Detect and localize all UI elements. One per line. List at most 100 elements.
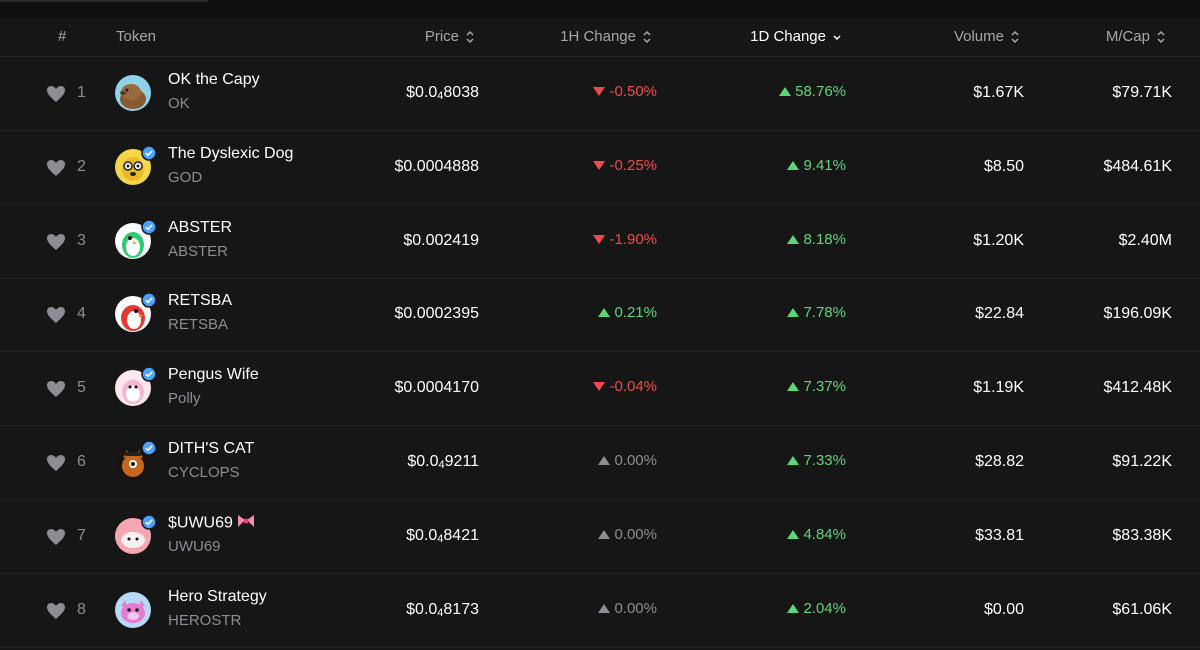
triangle-up-icon: [787, 160, 800, 170]
header-volume-label: Volume: [953, 28, 1004, 45]
rank-number: 4: [77, 305, 86, 323]
change-1h-value: 0.00%: [614, 599, 657, 617]
rank-number: 8: [77, 600, 86, 618]
token-name[interactable]: The Dyslexic Dog: [168, 145, 293, 163]
token-mcap: $412.48K: [1103, 379, 1172, 397]
token-name[interactable]: DITH'S CAT: [168, 440, 254, 458]
favorite-heart-icon[interactable]: [46, 454, 66, 472]
verified-badge-icon: [141, 218, 157, 235]
header-1h-label: 1H Change: [560, 28, 636, 45]
change-1d-value: 9.41%: [803, 156, 846, 174]
change-1d-value: 7.78%: [803, 304, 846, 322]
change-1d: 2.04%: [787, 600, 846, 617]
triangle-up-icon: [787, 234, 800, 244]
triangle-down-icon: [593, 234, 606, 244]
change-1d: 4.84%: [787, 526, 846, 543]
triangle-up-icon: [787, 382, 800, 392]
triangle-up-icon: [598, 529, 611, 539]
price-main: $0.0: [407, 453, 439, 470]
table-header: # Token Price 1H Change 1D Change Volume…: [0, 18, 1200, 57]
price-main: $0.0002395: [394, 305, 479, 323]
token-symbol: CYCLOPS: [168, 464, 240, 481]
token-avatar[interactable]: [115, 292, 157, 333]
change-1d: 58.76%: [779, 83, 846, 100]
change-1d: 7.33%: [787, 452, 846, 469]
pink-creature-icon: [115, 591, 151, 628]
price-main: $0.0: [406, 600, 438, 618]
token-name-text: The Dyslexic Dog: [168, 144, 294, 162]
favorite-heart-icon[interactable]: [46, 159, 66, 177]
token-name[interactable]: $UWU69: [168, 514, 255, 533]
token-name[interactable]: Pengus Wife: [168, 366, 259, 384]
token-name[interactable]: OK the Capy: [168, 71, 260, 89]
table-row[interactable]: 5 Pengus Wife Polly $0.0004170 -0.04% 7.…: [0, 352, 1200, 427]
favorite-heart-icon[interactable]: [46, 85, 66, 103]
price-main: $0.0004170: [394, 379, 479, 397]
favorite-heart-icon[interactable]: [46, 233, 66, 251]
favorite-heart-icon[interactable]: [46, 528, 66, 546]
verified-badge-icon: [141, 145, 157, 161]
change-1h-value: 0.00%: [614, 525, 657, 543]
change-1h-value: -0.04%: [609, 378, 657, 396]
token-volume: $1.19K: [973, 379, 1024, 397]
token-mcap: $196.09K: [1103, 305, 1172, 323]
capybara-icon: [115, 75, 151, 111]
token-symbol: GOD: [168, 168, 203, 186]
token-name-text: $UWU69: [168, 514, 233, 532]
change-1h: -0.04%: [593, 378, 657, 395]
token-name[interactable]: RETSBA: [168, 292, 232, 310]
token-price: $0.002419: [403, 232, 479, 250]
rank-number: 3: [77, 231, 86, 249]
price-tail: 8038: [443, 84, 479, 101]
token-avatar[interactable]: [115, 366, 157, 407]
table-row[interactable]: 6 DITH'S CAT CYCLOPS $0.049211 0.00% 7.3…: [0, 426, 1200, 500]
change-1d: 9.41%: [787, 157, 846, 174]
triangle-up-icon: [598, 456, 611, 465]
token-name[interactable]: ABSTER: [168, 219, 232, 237]
token-avatar[interactable]: [115, 75, 151, 111]
change-1h: -0.25%: [593, 157, 657, 174]
table-row[interactable]: 8 Hero Strategy HEROSTR $0.048173 0.00% …: [0, 574, 1200, 648]
sort-icon: [1156, 30, 1166, 44]
header-price[interactable]: Price: [425, 28, 475, 45]
change-1d-value: 2.04%: [803, 599, 846, 617]
token-price: $0.0004170: [394, 379, 479, 397]
table-row[interactable]: 7 $UWU69 UWU69 $0.048421 0.00% 4.84% $33…: [0, 500, 1200, 574]
table-row[interactable]: 1 OK the Capy OK $0.048038 -0.50% 58.76%…: [0, 57, 1200, 131]
header-1h-change[interactable]: 1H Change: [560, 28, 652, 45]
price-tail: 8421: [443, 526, 479, 544]
token-name[interactable]: Hero Strategy: [168, 588, 267, 606]
token-avatar[interactable]: [115, 145, 157, 185]
change-1d-value: 8.18%: [803, 230, 846, 248]
change-1h-value: 0.00%: [614, 452, 657, 469]
chevron-down-icon: [832, 30, 842, 44]
token-mcap: $2.40M: [1118, 231, 1172, 249]
token-symbol: Polly: [168, 390, 201, 408]
price-tail: 9211: [444, 453, 479, 470]
favorite-heart-icon[interactable]: [46, 306, 66, 324]
change-1h: 0.21%: [598, 304, 657, 321]
token-avatar[interactable]: [115, 440, 157, 480]
change-1h: 0.00%: [598, 526, 657, 543]
favorite-heart-icon[interactable]: [46, 380, 66, 398]
change-1d-value: 58.76%: [795, 83, 846, 100]
table-row[interactable]: 4 RETSBA RETSBA $0.0002395 0.21% 7.78% $…: [0, 278, 1200, 353]
token-avatar[interactable]: [115, 591, 151, 628]
token-symbol: ABSTER: [168, 242, 229, 260]
header-1d-change[interactable]: 1D Change: [750, 28, 842, 45]
token-avatar[interactable]: [115, 218, 157, 259]
change-1h: 0.00%: [598, 600, 657, 617]
price-main: $0.0004888: [394, 157, 479, 175]
verified-badge-icon: [141, 366, 157, 382]
change-1h: 0.00%: [598, 452, 657, 469]
header-token: Token: [116, 28, 157, 45]
table-row[interactable]: 3 ABSTER ABSTER $0.002419 -1.90% 8.18% $…: [0, 205, 1200, 279]
header-1d-label: 1D Change: [750, 28, 826, 45]
header-mcap[interactable]: M/Cap: [1106, 28, 1166, 45]
token-avatar[interactable]: [115, 514, 157, 554]
favorite-heart-icon[interactable]: [46, 602, 66, 620]
token-symbol: OK: [168, 95, 190, 112]
triangle-up-icon: [787, 603, 800, 613]
table-row[interactable]: 2 The Dyslexic Dog GOD $0.0004888 -0.25%…: [0, 131, 1200, 205]
header-volume[interactable]: Volume: [954, 28, 1020, 45]
